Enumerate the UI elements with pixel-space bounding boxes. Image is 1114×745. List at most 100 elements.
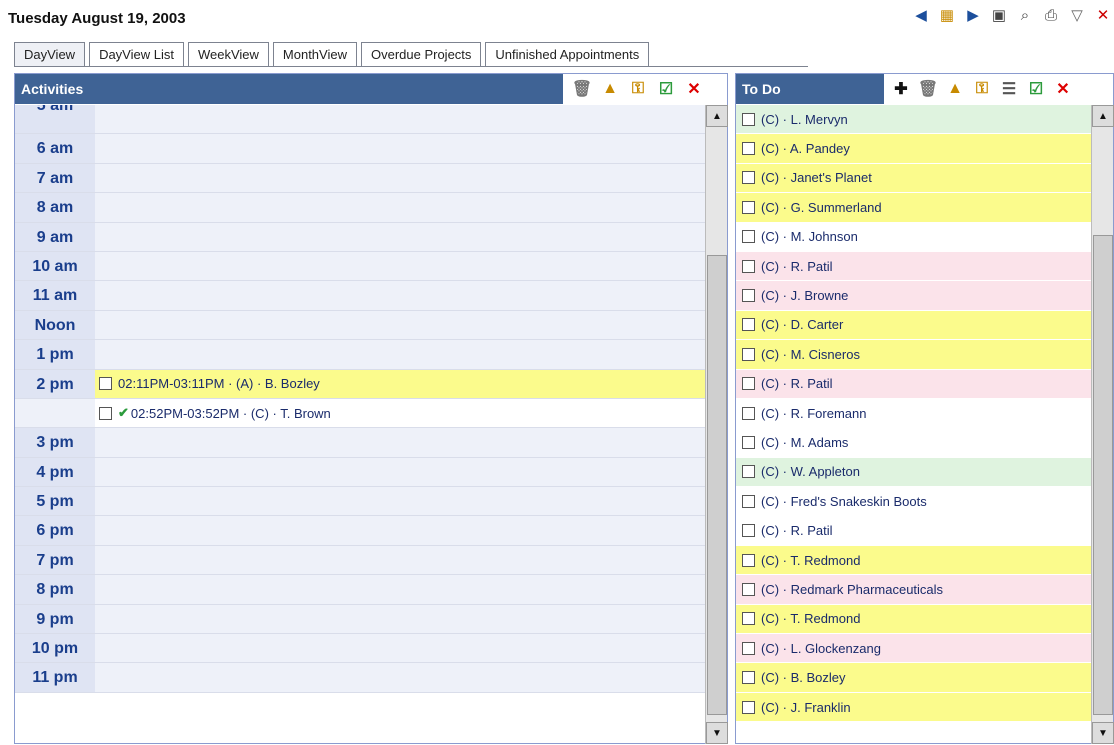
time-slot[interactable] (95, 663, 705, 691)
calendar-icon[interactable]: ▣ (988, 4, 1010, 26)
todo-checkbox[interactable] (742, 700, 755, 714)
todo-item[interactable]: (C) · M. Johnson (736, 222, 1093, 252)
appointment-checkbox[interactable] (99, 377, 112, 391)
todo-checkbox[interactable] (742, 671, 755, 685)
appointment-text[interactable]: 02:52PM-03:52PM · (C) · T. Brown (131, 406, 331, 421)
todo-checkbox[interactable] (742, 200, 755, 214)
time-slot[interactable] (95, 164, 705, 192)
time-slot[interactable] (95, 546, 705, 574)
todo-checkbox[interactable] (742, 289, 755, 303)
delete-icon[interactable]: ✕ (1052, 78, 1074, 100)
time-row[interactable]: 2 pm 02:11PM-03:11PM · (A) · B. Bozley (15, 369, 705, 399)
todo-item[interactable]: (C) · R. Patil (736, 251, 1093, 282)
todo-text[interactable]: (C) · D. Carter (761, 317, 843, 332)
todo-checkbox[interactable] (742, 406, 755, 420)
key-icon[interactable]: ⚿ (971, 78, 993, 100)
time-slot[interactable] (95, 252, 705, 280)
appointment-checkbox[interactable] (99, 406, 112, 420)
todo-checkbox[interactable] (742, 142, 755, 156)
scroll-down-icon[interactable]: ▼ (706, 722, 728, 744)
time-slot[interactable] (95, 634, 705, 662)
time-slot[interactable] (95, 575, 705, 603)
scroll-up-icon[interactable]: ▲ (1092, 105, 1114, 127)
time-slot[interactable] (95, 223, 705, 251)
time-row[interactable]: 7 am (15, 163, 705, 194)
todo-item[interactable]: (C) · M. Cisneros (736, 340, 1093, 370)
todo-text[interactable]: (C) · L. Mervyn (761, 112, 848, 127)
time-row[interactable]: 6 am (15, 134, 705, 164)
time-slot[interactable] (95, 105, 705, 133)
todo-text[interactable]: (C) · Redmark Pharmaceuticals (761, 582, 943, 597)
todo-text[interactable]: (C) · M. Cisneros (761, 347, 860, 362)
todo-item[interactable]: (C) · T. Redmond (736, 545, 1093, 576)
tab-dayview[interactable]: DayView (14, 42, 86, 66)
grid-icon[interactable]: ▦ (936, 4, 958, 26)
appointment-item[interactable]: ✔ 02:52PM-03:52PM · (C) · T. Brown (95, 398, 705, 428)
time-slot[interactable] (95, 281, 705, 309)
tab-dayview-list[interactable]: DayView List (89, 42, 184, 66)
time-row[interactable]: 1 pm (15, 340, 705, 370)
todo-checkbox[interactable] (742, 112, 755, 126)
todo-checkbox[interactable] (742, 377, 755, 391)
list-icon[interactable]: ☰ (998, 78, 1020, 100)
todo-text[interactable]: (C) · L. Glockenzang (761, 641, 881, 656)
print-icon[interactable]: ⎙ (1040, 4, 1062, 26)
time-slot[interactable] (95, 458, 705, 486)
todo-item[interactable]: (C) · D. Carter (736, 310, 1093, 341)
key-icon[interactable]: ⚿ (627, 78, 649, 100)
todo-item[interactable]: (C) · A. Pandey (736, 134, 1093, 164)
filter-icon[interactable]: ▽ (1066, 4, 1088, 26)
add-icon[interactable]: ✚ (890, 78, 912, 100)
todo-text[interactable]: (C) · R. Foremann (761, 406, 866, 421)
time-slot[interactable] (95, 516, 705, 544)
back-icon[interactable]: ◀ (910, 4, 932, 26)
time-row[interactable]: Noon (15, 310, 705, 341)
tab-overdue-projects[interactable]: Overdue Projects (360, 42, 482, 66)
forward-icon[interactable]: ▶ (962, 4, 984, 26)
todo-checkbox[interactable] (742, 259, 755, 273)
todo-item[interactable]: (C) · R. Foremann (736, 398, 1093, 429)
time-row[interactable]: 9 am (15, 222, 705, 252)
time-row[interactable]: 11 am (15, 281, 705, 311)
time-row[interactable]: 7 pm (15, 545, 705, 576)
todo-text[interactable]: (C) · W. Appleton (761, 464, 860, 479)
tab-monthview[interactable]: MonthView (272, 42, 357, 66)
todo-checkbox[interactable] (742, 465, 755, 479)
todo-text[interactable]: (C) · A. Pandey (761, 141, 850, 156)
time-row[interactable]: 10 pm (15, 634, 705, 664)
activities-scrollbar[interactable]: ▲ ▼ (705, 105, 728, 744)
todo-checkbox[interactable] (742, 553, 755, 567)
time-slot[interactable] (95, 428, 705, 456)
todo-scrollbar[interactable]: ▲ ▼ (1091, 105, 1114, 744)
time-slot[interactable] (95, 605, 705, 633)
todo-item[interactable]: (C) · L. Glockenzang (736, 634, 1093, 664)
todo-text[interactable]: (C) · Fred's Snakeskin Boots (761, 494, 927, 509)
todo-checkbox[interactable] (742, 230, 755, 244)
check-icon[interactable]: ☑ (655, 78, 677, 100)
todo-item[interactable]: (C) · B. Bozley (736, 663, 1093, 693)
find-icon[interactable]: ⌕ (1014, 4, 1036, 26)
todo-text[interactable]: (C) · J. Franklin (761, 700, 851, 715)
todo-item[interactable]: (C) · R. Patil (736, 516, 1093, 546)
scroll-thumb[interactable] (707, 255, 727, 715)
appointment-text[interactable]: 02:11PM-03:11PM · (A) · B. Bozley (118, 376, 320, 391)
clear-filter-icon[interactable]: ✕ (1092, 4, 1114, 26)
todo-checkbox[interactable] (742, 524, 755, 538)
todo-item[interactable]: (C) · G. Summerland (736, 193, 1093, 223)
todo-checkbox[interactable] (742, 347, 755, 361)
todo-checkbox[interactable] (742, 612, 755, 626)
todo-item[interactable]: (C) · R. Patil (736, 369, 1093, 399)
todo-text[interactable]: (C) · R. Patil (761, 376, 833, 391)
appointment-item[interactable]: 02:11PM-03:11PM · (A) · B. Bozley (95, 369, 705, 398)
todo-checkbox[interactable] (742, 171, 755, 185)
time-row[interactable]: ✔ 02:52PM-03:52PM · (C) · T. Brown (15, 398, 705, 429)
todo-text[interactable]: (C) · M. Johnson (761, 229, 858, 244)
scroll-thumb[interactable] (1093, 235, 1113, 715)
todo-text[interactable]: (C) · G. Summerland (761, 200, 882, 215)
scroll-up-icon[interactable]: ▲ (706, 105, 728, 127)
time-row[interactable]: 9 pm (15, 604, 705, 635)
todo-item[interactable]: (C) · Janet's Planet (736, 163, 1093, 194)
time-row[interactable]: 8 pm (15, 575, 705, 605)
time-row[interactable]: 5 pm (15, 487, 705, 517)
todo-text[interactable]: (C) · B. Bozley (761, 670, 846, 685)
